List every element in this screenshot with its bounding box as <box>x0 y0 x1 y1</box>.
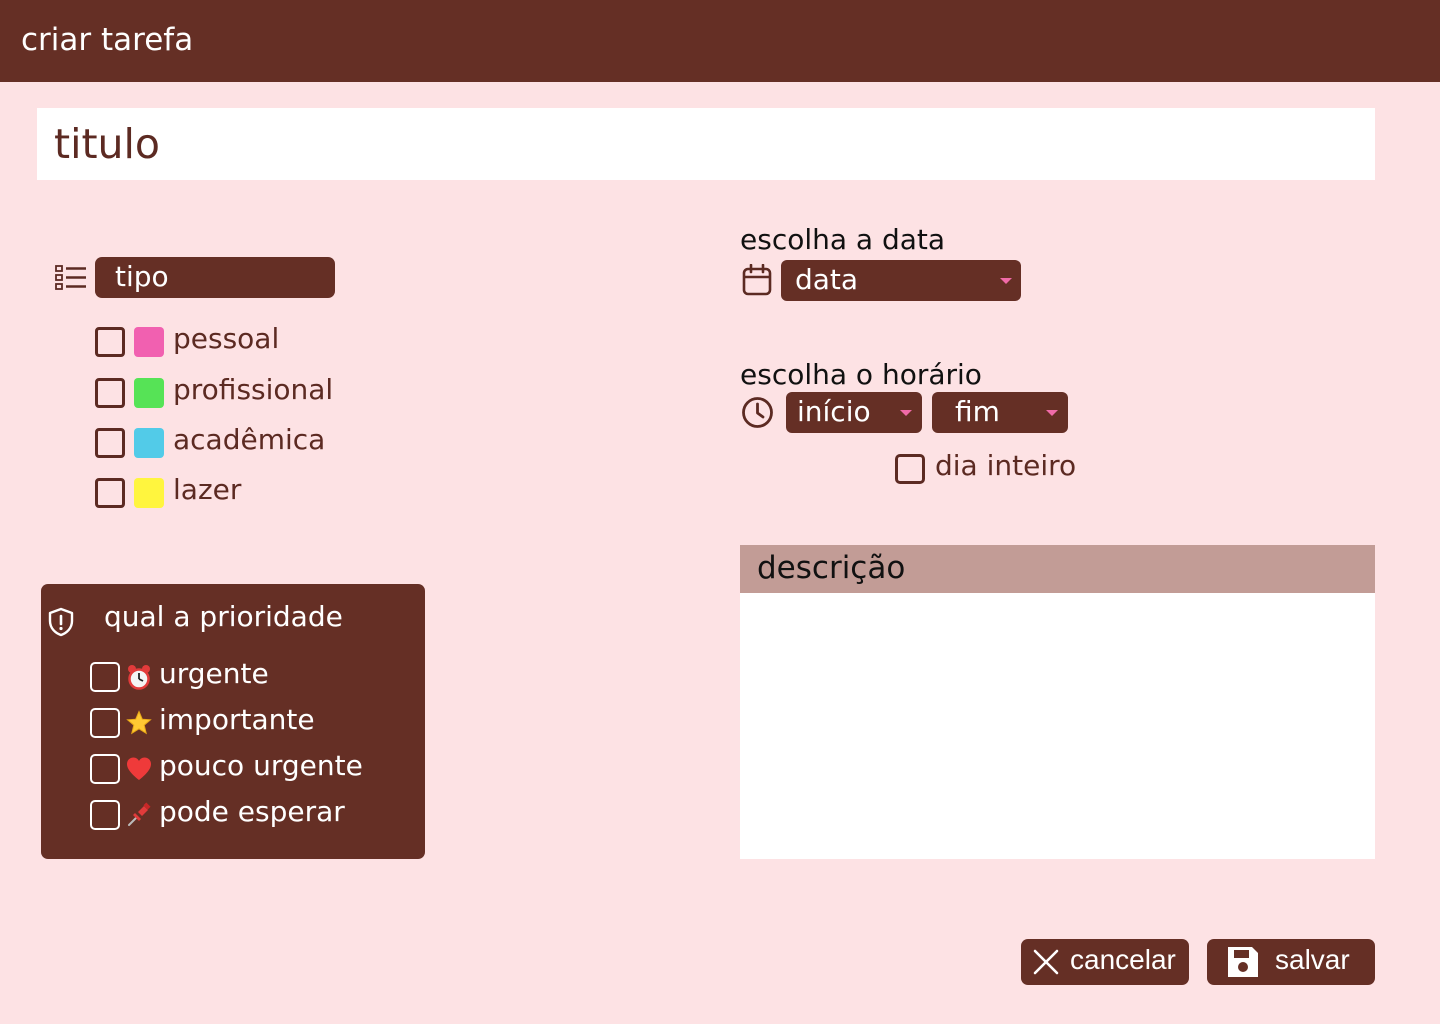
star-icon <box>126 710 152 735</box>
page-title: criar tarefa <box>21 22 194 58</box>
priority-checkbox[interactable] <box>90 754 120 784</box>
priority-checkbox[interactable] <box>90 708 120 738</box>
cancel-button[interactable]: cancelar <box>1021 939 1189 985</box>
end-time-select[interactable]: fim <box>932 392 1068 433</box>
chevron-down-icon <box>900 410 912 416</box>
time-label: escolha o horário <box>740 358 982 391</box>
type-checkbox[interactable] <box>95 478 125 508</box>
close-icon <box>1033 949 1059 975</box>
priority-label: importante <box>159 703 315 736</box>
type-label: profissional <box>173 373 334 406</box>
end-time-value: fim <box>955 395 1000 428</box>
calendar-icon <box>742 264 772 296</box>
type-color-swatch <box>134 428 164 458</box>
type-header: tipo <box>95 257 335 298</box>
priority-label: pode esperar <box>159 795 345 828</box>
chevron-down-icon <box>1000 278 1012 284</box>
save-label: salvar <box>1275 944 1350 975</box>
list-icon <box>55 265 86 290</box>
type-label: lazer <box>173 473 242 506</box>
heart-icon <box>127 757 151 780</box>
date-select[interactable]: data <box>781 260 1021 301</box>
save-button[interactable]: salvar <box>1207 939 1375 985</box>
type-checkbox[interactable] <box>95 327 125 357</box>
start-time-select[interactable]: início <box>786 392 922 433</box>
pushpin-icon <box>128 802 151 826</box>
priority-label: pouco urgente <box>159 749 363 782</box>
priority-checkbox[interactable] <box>90 662 120 692</box>
priority-checkbox[interactable] <box>90 800 120 830</box>
cancel-label: cancelar <box>1070 944 1176 975</box>
type-color-swatch <box>134 378 164 408</box>
clock-icon <box>742 397 773 428</box>
alarm-clock-icon <box>128 665 150 690</box>
type-color-swatch <box>134 478 164 508</box>
description-textarea[interactable] <box>740 593 1375 859</box>
all-day-label: dia inteiro <box>935 449 1077 482</box>
priority-label: urgente <box>159 657 269 690</box>
all-day-checkbox[interactable] <box>895 454 925 484</box>
type-label: acadêmica <box>173 423 326 456</box>
description-header: descrição <box>740 545 1375 593</box>
save-icon <box>1228 947 1258 977</box>
type-color-swatch <box>134 327 164 357</box>
priority-title: qual a prioridade <box>104 600 343 633</box>
date-label: escolha a data <box>740 223 946 256</box>
shield-icon <box>48 607 74 637</box>
start-time-value: início <box>797 395 871 428</box>
priority-card: qual a prioridade urgente importante pou… <box>41 584 425 859</box>
date-select-value: data <box>795 263 859 296</box>
title-input[interactable] <box>37 108 1375 180</box>
chevron-down-icon <box>1046 410 1058 416</box>
type-checkbox[interactable] <box>95 428 125 458</box>
type-label: pessoal <box>173 322 280 355</box>
type-checkbox[interactable] <box>95 378 125 408</box>
app-header: criar tarefa <box>0 0 1440 82</box>
